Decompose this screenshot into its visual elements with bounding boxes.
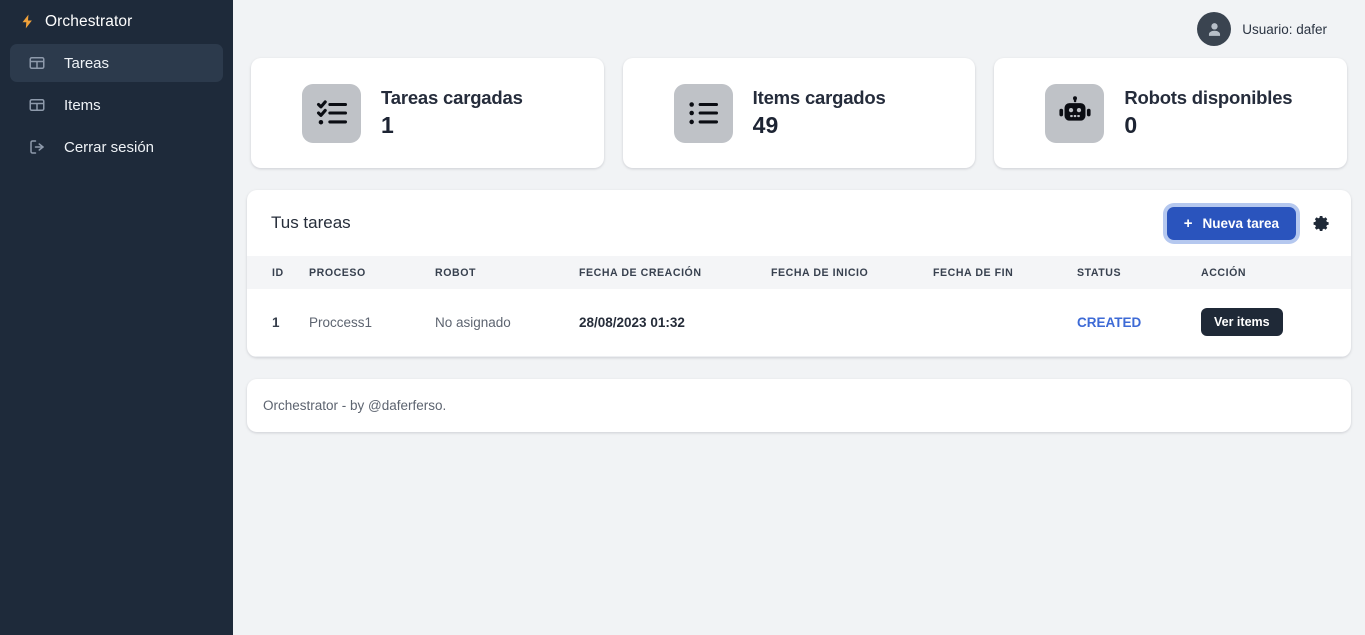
list-icon [673,83,733,143]
stat-card-tareas-cargadas: Tareas cargadas 1 [251,58,604,168]
sidebar-nav: Tareas Items Cerrar sesión [10,44,223,170]
topbar: Usuario: dafer [247,0,1351,58]
tasks-panel: Tus tareas + Nueva tarea ID PROCESO ROBO… [247,190,1351,357]
stat-card-title: Items cargados [752,87,886,108]
status-badge: CREATED [1077,314,1142,330]
view-items-button[interactable]: Ver items [1201,308,1283,337]
tasks-table-head: ID PROCESO ROBOT FECHA DE CREACIÓN FECHA… [247,256,1351,289]
sidebar-item-label: Items [64,96,101,114]
user-label: Usuario: dafer [1242,21,1327,37]
col-header-robot: ROBOT [435,266,477,279]
cell-fecha-inicio [771,289,933,357]
plus-icon: + [1183,214,1193,232]
sidebar-item-tareas[interactable]: Tareas [10,44,223,82]
brand-title: Orchestrator [45,12,133,30]
brand: Orchestrator [10,0,223,43]
logout-icon [30,140,44,154]
new-task-button[interactable]: + Nueva tarea [1166,206,1296,240]
cell-accion: Ver items [1201,289,1351,357]
stat-card-value: 0 [1124,112,1138,138]
col-header-proceso: PROCESO [309,266,366,279]
new-task-button-label: Nueva tarea [1202,215,1279,231]
settings-button[interactable] [1310,212,1333,235]
sidebar-item-items[interactable]: Items [10,86,223,124]
cell-proceso: Proccess1 [309,289,435,357]
cell-fecha-fin [933,289,1077,357]
tasks-table: ID PROCESO ROBOT FECHA DE CREACIÓN FECHA… [247,256,1351,357]
table-icon [29,57,45,69]
sidebar-item-label: Cerrar sesión [64,138,155,156]
user-icon [1208,22,1220,36]
col-header-fecha-fin: FECHA DE FIN [933,266,1014,279]
stat-card-value: 1 [381,112,394,138]
footer: Orchestrator - by @daferferso. [247,378,1351,432]
main-content: Usuario: dafer Tareas cargadas 1 Items c… [233,0,1365,635]
stat-card-title: Tareas cargadas [381,87,523,108]
cell-fecha-creacion: 28/08/2023 01:32 [579,289,771,357]
sidebar-item-cerrar-sesion[interactable]: Cerrar sesión [10,128,223,166]
gear-icon [1313,215,1329,231]
stat-card-value: 49 [752,112,779,138]
cell-robot: No asignado [435,289,579,357]
col-header-fecha-inicio: FECHA DE INICIO [771,266,869,279]
user-menu[interactable]: Usuario: dafer [1197,12,1327,46]
stat-card-items-cargados: Items cargados 49 [622,58,976,168]
avatar [1197,12,1232,46]
cell-id: 1 [247,289,309,357]
sidebar: Orchestrator Tareas Items Cerrar sesión [0,0,233,635]
tasks-panel-actions: + Nueva tarea [1166,206,1333,240]
col-header-status: STATUS [1077,266,1122,279]
stat-card-robots-disponibles: Robots disponibles 0 [994,58,1348,168]
table-header-row: ID PROCESO ROBOT FECHA DE CREACIÓN FECHA… [247,256,1351,289]
stat-cards: Tareas cargadas 1 Items cargados 49 Robo… [247,58,1351,168]
sidebar-item-label: Tareas [64,54,110,72]
col-header-fecha-creacion: FECHA DE CREACIÓN [579,266,702,279]
tasks-panel-header: Tus tareas + Nueva tarea [247,190,1351,256]
cell-status: CREATED [1077,289,1201,357]
table-row: 1 Proccess1 No asignado 28/08/2023 01:32… [247,289,1351,357]
stat-card-title: Robots disponibles [1124,87,1293,108]
lightning-bolt-icon [22,14,32,29]
app-root: Orchestrator Tareas Items Cerrar sesión [0,0,1365,635]
col-header-id: ID [272,266,284,279]
robot-icon [1045,83,1105,143]
checklist-icon [302,83,361,143]
footer-text: Orchestrator - by @daferferso. [263,397,447,413]
col-header-accion: ACCIÓN [1201,266,1247,279]
table-icon [29,99,45,111]
page-title: Tus tareas [271,213,351,232]
tasks-table-body: 1 Proccess1 No asignado 28/08/2023 01:32… [247,289,1351,357]
